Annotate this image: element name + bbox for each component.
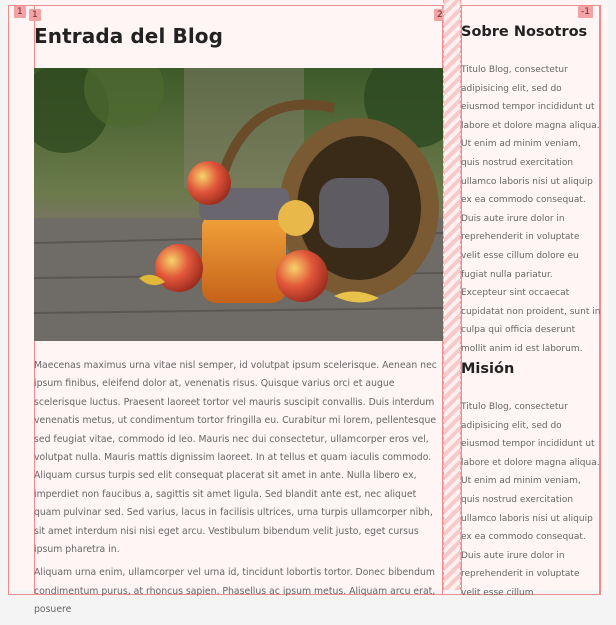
badge-main-column: 1 [29, 9, 41, 21]
post-paragraph: Maecenas maximus urna vitae nisl semper,… [34, 360, 437, 556]
post-title: Entrada del Blog [34, 24, 224, 48]
column-gutter [443, 0, 461, 590]
post-body: Maecenas maximus urna vitae nisl semper,… [34, 357, 443, 625]
about-title: Sobre Nosotros [461, 24, 588, 40]
post-image [34, 68, 443, 341]
page-canvas: 1 1 2 -1 Entrada del Blog Maecenas maxim… [8, 0, 608, 615]
badge-sidebar: -1 [578, 6, 593, 18]
about-text: Titulo Blog, consectetur adipisicing eli… [461, 65, 601, 354]
post-paragraph: Aliquam urna enim, ullamcorper vel urna … [34, 567, 436, 616]
badge-page: 1 [14, 6, 26, 18]
mission-title: Misión [461, 361, 515, 377]
mission-text: Titulo Blog, consectetur adipisicing eli… [461, 402, 600, 598]
post-photo-illustration [34, 68, 443, 341]
